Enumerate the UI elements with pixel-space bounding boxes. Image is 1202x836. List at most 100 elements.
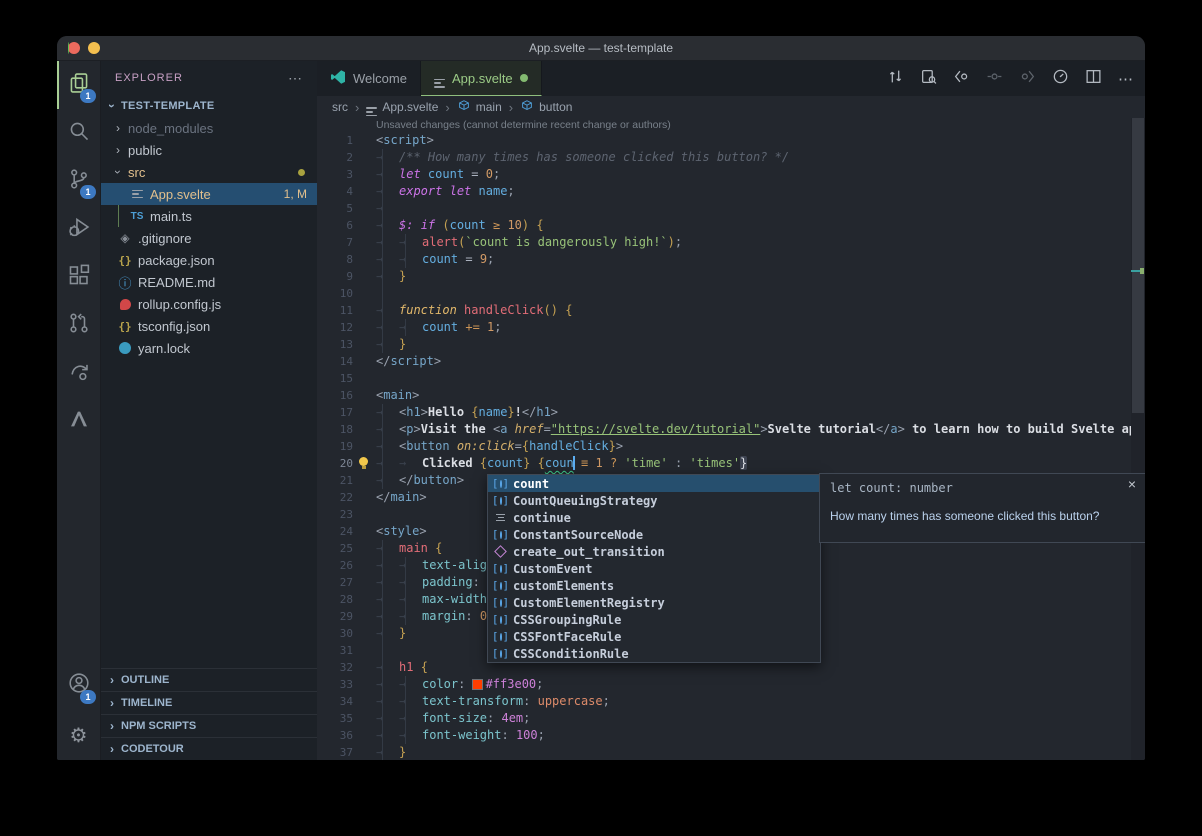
tree-item-main-ts[interactable]: TSmain.ts — [101, 205, 317, 227]
scrollbar-thumb[interactable] — [1132, 118, 1144, 413]
ellipsis-icon: ⋯ — [1118, 70, 1134, 88]
tree-item--gitignore[interactable]: ◈.gitignore — [101, 227, 317, 249]
workspace-section-header[interactable]: › TEST-TEMPLATE — [101, 95, 317, 117]
code-line-20[interactable]: 20→→Clicked {count} {coun ≡ 1 ? 'time' :… — [317, 455, 1131, 472]
code-line-36[interactable]: 36→→font-weight: 100; — [317, 727, 1131, 744]
views-more-actions-icon[interactable]: ⋯ — [288, 70, 303, 87]
navigate-back-button[interactable] — [948, 66, 974, 92]
suggest-item-countqueuingstrategy[interactable]: []CountQueuingStrategy — [488, 492, 820, 509]
code-line-15[interactable]: 15 — [317, 370, 1131, 387]
open-changes-button[interactable] — [882, 66, 908, 92]
code-line-35[interactable]: 35→→font-size: 4em; — [317, 710, 1131, 727]
code-line-16[interactable]: 16<main> — [317, 387, 1131, 404]
code-line-12[interactable]: 12→→count += 1; — [317, 319, 1131, 336]
suggestion-label: customElements — [513, 579, 614, 593]
suggest-item-create_out_transition[interactable]: create_out_transition — [488, 543, 820, 560]
close-icon[interactable]: × — [1128, 477, 1136, 491]
code-line-4[interactable]: 4→export let name; — [317, 183, 1131, 200]
code-line-13[interactable]: 13→} — [317, 336, 1131, 353]
breadcrumb-item-app-svelte[interactable]: App.svelte — [366, 98, 438, 116]
suggest-item-cssgroupingrule[interactable]: []CSSGroupingRule — [488, 611, 820, 628]
code-line-34[interactable]: 34→→text-transform: uppercase; — [317, 693, 1131, 710]
code-line-3[interactable]: 3→let count = 0; — [317, 166, 1131, 183]
tree-item-node-modules[interactable]: ›node_modules — [101, 117, 317, 139]
breadcrumb-item-src[interactable]: src — [332, 100, 348, 114]
tree-item-yarn-lock[interactable]: yarn.lock — [101, 337, 317, 359]
activity-accounts[interactable]: 1 — [57, 660, 100, 710]
activity-source-control[interactable]: 1 — [57, 157, 100, 205]
line-number: 13 — [317, 336, 353, 353]
breadcrumb-item-main[interactable]: main — [457, 99, 502, 116]
split-editor-icon — [1085, 68, 1102, 90]
activity-github-pull-requests[interactable] — [57, 301, 100, 349]
code-line-9[interactable]: 9→} — [317, 268, 1131, 285]
code-line-6[interactable]: 6→$: if (count ≥ 10) { — [317, 217, 1131, 234]
indent-guide — [405, 676, 406, 744]
breadcrumb-item-button[interactable]: button — [520, 99, 572, 116]
file-label: main.ts — [150, 209, 192, 224]
section-codetour[interactable]: ›CODETOUR — [101, 737, 317, 760]
code-line-10[interactable]: 10 — [317, 285, 1131, 302]
file-label: package.json — [138, 253, 215, 268]
code-line-8[interactable]: 8→→count = 9; — [317, 251, 1131, 268]
suggestion-label: CSSConditionRule — [513, 647, 629, 661]
tree-item-tsconfig-json[interactable]: {}tsconfig.json — [101, 315, 317, 337]
code-line-14[interactable]: 14</script> — [317, 353, 1131, 370]
suggest-item-cssconditionrule[interactable]: []CSSConditionRule — [488, 645, 820, 662]
open-preview-button[interactable] — [915, 66, 941, 92]
suggest-item-customelementregistry[interactable]: []CustomElementRegistry — [488, 594, 820, 611]
tree-item-public[interactable]: ›public — [101, 139, 317, 161]
tree-item-rollup-config-js[interactable]: rollup.config.js — [101, 293, 317, 315]
activity-settings[interactable]: ⚙ — [57, 710, 100, 760]
activity-extensions[interactable] — [57, 253, 100, 301]
activity-run-debug[interactable] — [57, 205, 100, 253]
tree-item-package-json[interactable]: {}package.json — [101, 249, 317, 271]
code-line-33[interactable]: 33→→color: #ff3e00; — [317, 676, 1131, 693]
codelens-annotation[interactable]: Unsaved changes (cannot determine recent… — [317, 118, 1131, 132]
code-line-19[interactable]: 19→<button on:click={handleClick}> — [317, 438, 1131, 455]
suggest-item-customevent[interactable]: []CustomEvent — [488, 560, 820, 577]
activity-azure[interactable] — [57, 397, 100, 445]
title-bar[interactable]: App.svelte — test-template — [57, 36, 1145, 61]
tab-app-svelte[interactable]: App.svelte — [421, 61, 542, 96]
activity-explorer[interactable]: 1 — [57, 61, 100, 109]
code-line-17[interactable]: 17→<h1>Hello {name}!</h1> — [317, 404, 1131, 421]
code-line-11[interactable]: 11→function handleClick() { — [317, 302, 1131, 319]
chevron-right-icon: › — [113, 143, 123, 157]
suggest-item-constantsourcenode[interactable]: []ConstantSourceNode — [488, 526, 820, 543]
suggest-item-customelements[interactable]: []customElements — [488, 577, 820, 594]
code-line-18[interactable]: 18→<p>Visit the <a href="https://svelte.… — [317, 421, 1131, 438]
section-timeline[interactable]: ›TIMELINE — [101, 691, 317, 714]
section-outline[interactable]: ›OUTLINE — [101, 668, 317, 691]
editor-scrollbar[interactable] — [1131, 118, 1145, 760]
code-line-7[interactable]: 7→→alert(`count is dangerously high!`); — [317, 234, 1131, 251]
code-line-2[interactable]: 2→/** How many times has someone clicked… — [317, 149, 1131, 166]
suggestion-label: CSSFontFaceRule — [513, 630, 621, 644]
activity-search[interactable] — [57, 109, 100, 157]
section-npm-scripts[interactable]: ›NPM SCRIPTS — [101, 714, 317, 737]
more-actions-button[interactable]: ⋯ — [1113, 66, 1139, 92]
tab-welcome[interactable]: Welcome — [317, 61, 421, 96]
symbol-method-icon — [492, 547, 509, 556]
suggest-item-count[interactable]: []count — [488, 475, 820, 492]
tree-item-src[interactable]: ›src — [101, 161, 317, 183]
run-status-button[interactable] — [1047, 66, 1073, 92]
code-line-37[interactable]: 37→} — [317, 744, 1131, 760]
line-number: 28 — [317, 591, 353, 608]
code-line-5[interactable]: 5→ — [317, 200, 1131, 217]
clock-icon — [1052, 68, 1069, 90]
activity-live-share[interactable] — [57, 349, 100, 397]
line-number: 16 — [317, 387, 353, 404]
lightbulb-icon[interactable] — [358, 457, 369, 470]
vscode-window: App.svelte — test-template 11 1⚙ EXPLORE… — [57, 36, 1145, 760]
tree-item-readme-md[interactable]: ⓘREADME.md — [101, 271, 317, 293]
code-area[interactable]: Unsaved changes (cannot determine recent… — [317, 118, 1131, 760]
unsaved-dot-icon[interactable] — [520, 74, 528, 82]
suggest-item-cssfontfacerule[interactable]: []CSSFontFaceRule — [488, 628, 820, 645]
suggest-item-continue[interactable]: continue — [488, 509, 820, 526]
code-line-1[interactable]: 1<script> — [317, 132, 1131, 149]
split-editor-button[interactable] — [1080, 66, 1106, 92]
rollup-icon — [117, 296, 133, 312]
tree-item-app-svelte[interactable]: App.svelte1, M — [101, 183, 317, 205]
breadcrumb-separator: › — [509, 100, 513, 115]
